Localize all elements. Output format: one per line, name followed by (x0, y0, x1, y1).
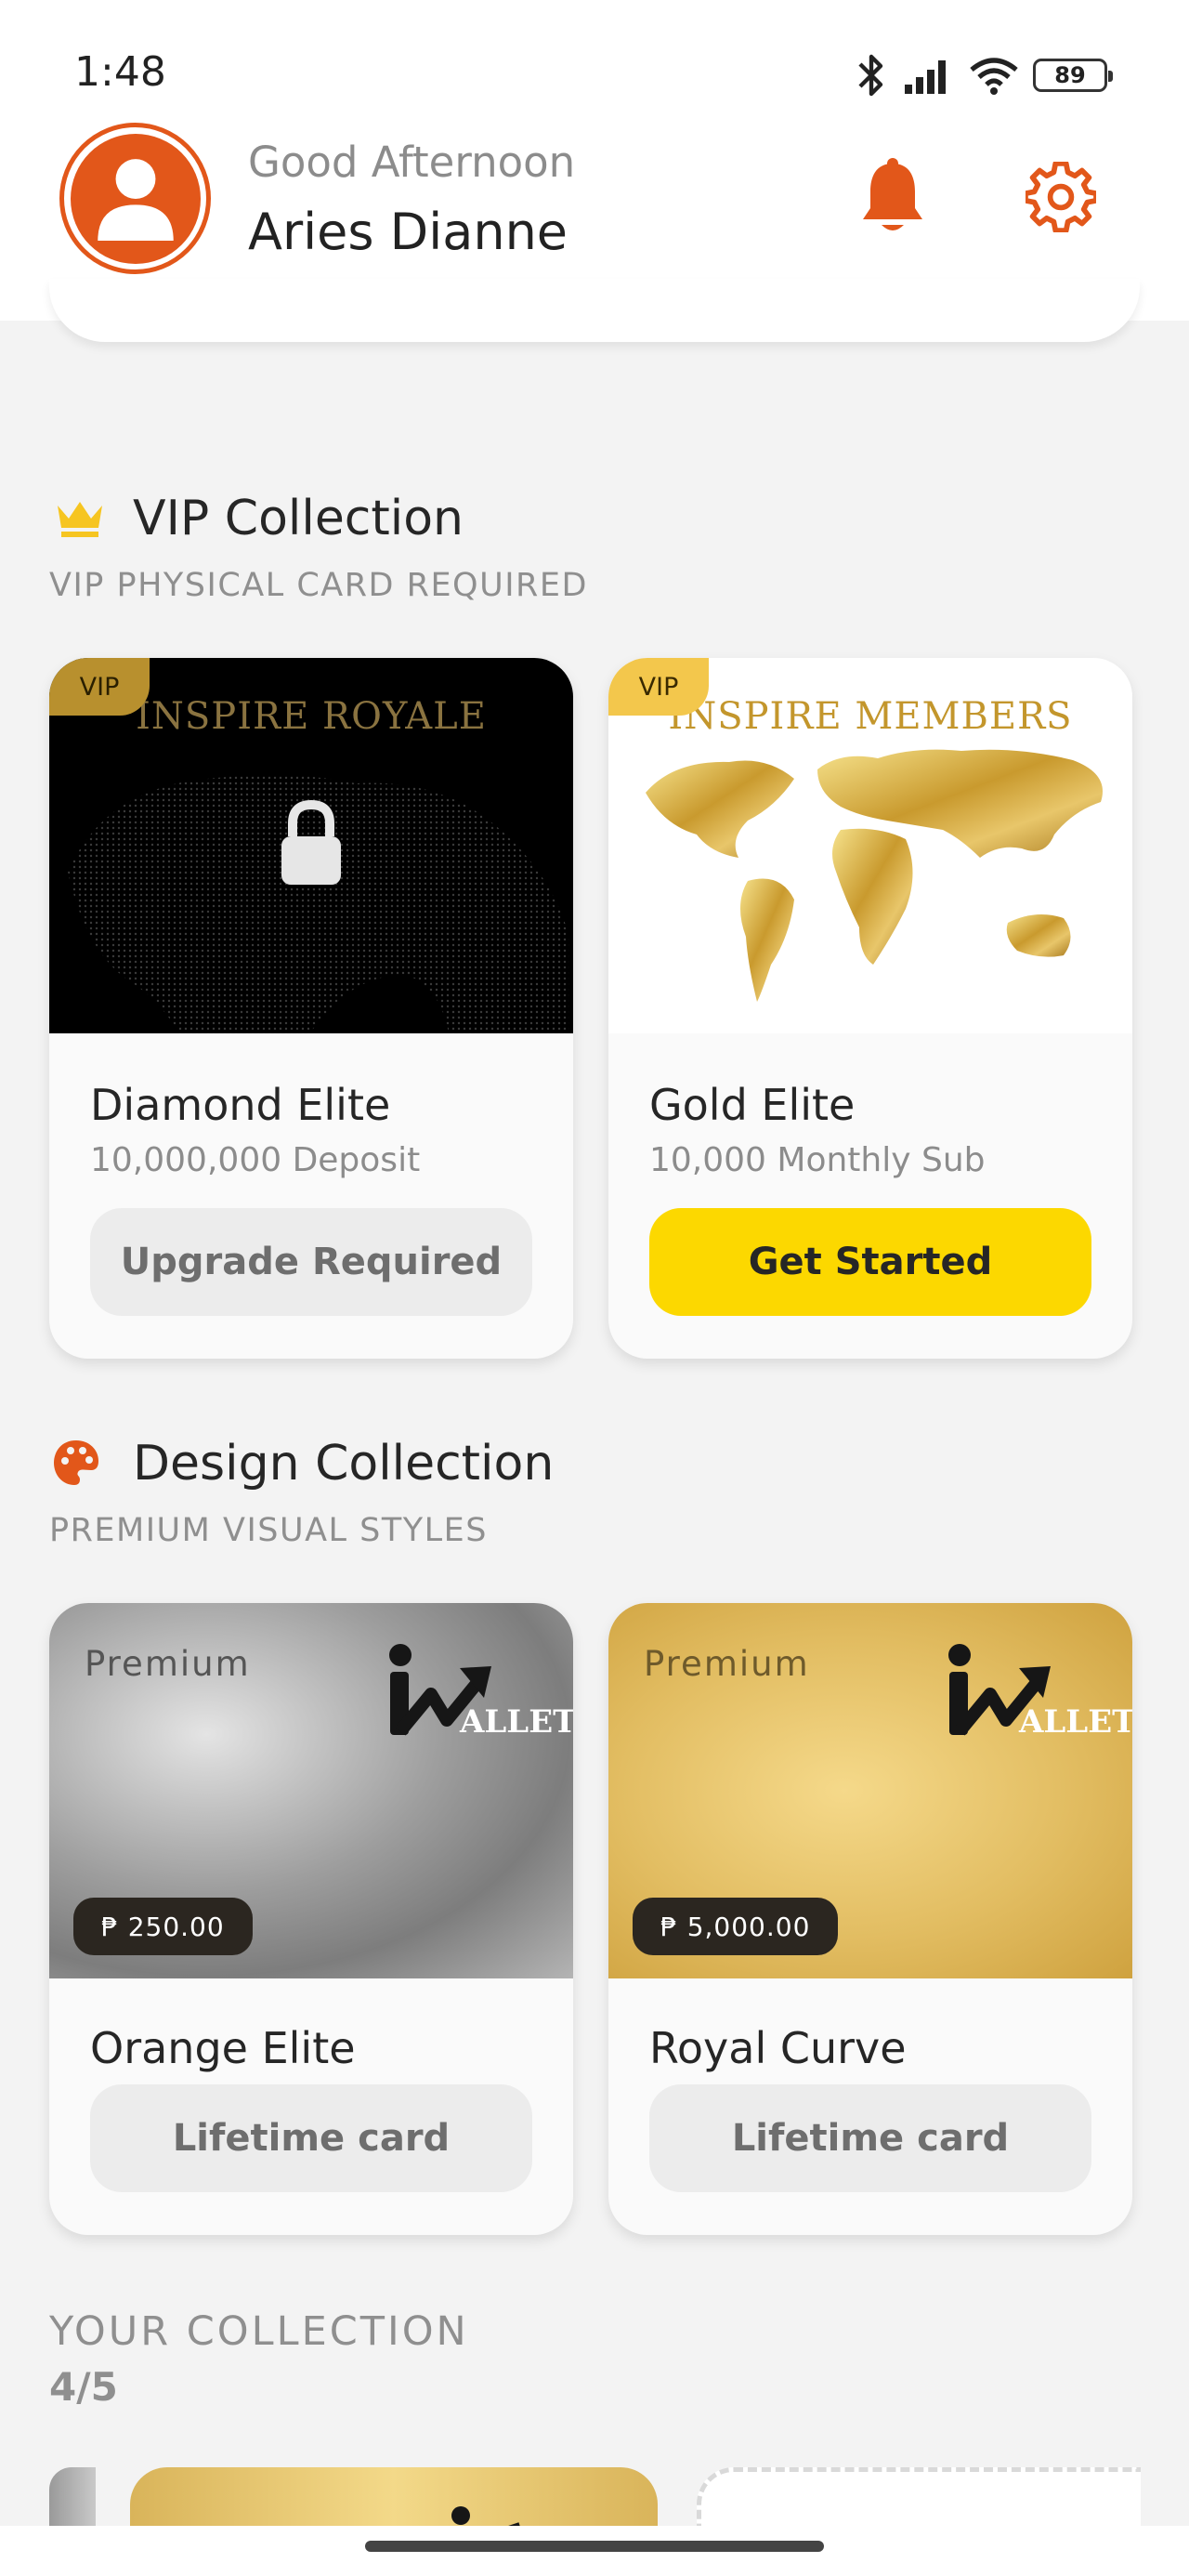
price-pill: ₱ 250.00 (73, 1898, 253, 1955)
lock-icon (281, 799, 341, 885)
get-started-button[interactable]: Get Started (649, 1208, 1091, 1316)
card-gold-elite[interactable]: INSPIRE MEMBERS VIP Gold Elite 10,000 Mo… (608, 658, 1132, 1359)
collection-count: 4/5 (49, 2364, 118, 2410)
card-name: Diamond Elite (90, 1080, 391, 1130)
header-bottom-curve (49, 279, 1140, 342)
home-indicator[interactable] (365, 2541, 824, 2552)
lifetime-card-button[interactable]: Lifetime card (649, 2084, 1091, 2192)
battery-level: 89 (1054, 62, 1086, 88)
status-time: 1:48 (74, 48, 166, 96)
user-icon (97, 158, 174, 241)
premium-label: Premium (85, 1644, 251, 1684)
card-image-gold: Premium ALLET ₱ 5,000.00 (608, 1603, 1132, 1978)
vip-badge: VIP (49, 658, 150, 716)
vip-badge: VIP (608, 658, 709, 716)
gear-icon[interactable] (1026, 162, 1096, 232)
card-name: Royal Curve (649, 2023, 907, 2073)
card-diamond-elite[interactable]: INSPIRE ROYALE VIP Diamond Elite 10,000,… (49, 658, 573, 1359)
card-name: Gold Elite (649, 1080, 856, 1130)
lifetime-card-button[interactable]: Lifetime card (90, 2084, 532, 2192)
bluetooth-icon (858, 54, 883, 97)
greeting-text: Good Afternoon (248, 138, 576, 187)
card-requirement: 10,000 Monthly Sub (649, 1141, 986, 1179)
palette-icon (54, 1440, 98, 1485)
premium-label: Premium (644, 1644, 810, 1684)
card-requirement: 10,000,000 Deposit (90, 1141, 421, 1179)
signal-icon (905, 60, 946, 94)
upgrade-required-button[interactable]: Upgrade Required (90, 1208, 532, 1316)
card-image-silver: Premium ALLET ₱ 250.00 (49, 1603, 573, 1978)
card-name: Orange Elite (90, 2023, 356, 2073)
crown-icon (58, 502, 102, 537)
vip-section-title: VIP Collection (133, 491, 464, 546)
wallet-logo-text: ALLET (460, 1703, 573, 1741)
design-section-title: Design Collection (133, 1436, 555, 1492)
card-orange-elite[interactable]: Premium ALLET ₱ 250.00 Orange Elite Life… (49, 1603, 573, 2235)
avatar[interactable] (59, 123, 211, 274)
username: Aries Dianne (248, 203, 568, 261)
wallet-logo-text: ALLET (1019, 1703, 1132, 1741)
battery-icon: 89 (1033, 59, 1113, 92)
bell-icon[interactable] (857, 158, 928, 236)
wifi-icon (970, 58, 1018, 95)
design-section-subtitle: PREMIUM VISUAL STYLES (49, 1512, 488, 1549)
price-pill: ₱ 5,000.00 (633, 1898, 839, 1955)
card-royal-curve[interactable]: Premium ALLET ₱ 5,000.00 Royal Curve Lif… (608, 1603, 1132, 2235)
vip-section-subtitle: VIP PHYSICAL CARD REQUIRED (49, 567, 588, 604)
collection-label: YOUR COLLECTION (49, 2308, 469, 2355)
status-icons: 89 (853, 52, 1113, 99)
